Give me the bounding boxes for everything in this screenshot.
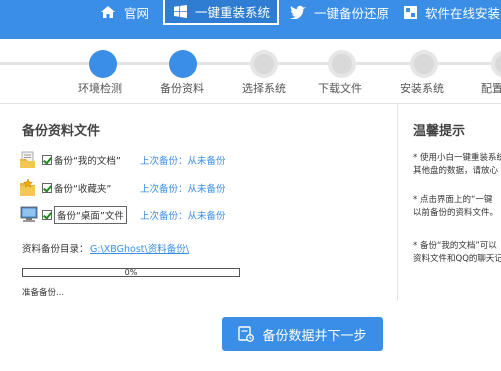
top-nav-bar: 官网 一键重装系统 一键备份还原 软件在线安装: [0, 0, 501, 39]
documents-last-backup: 上次备份：从未备份: [140, 156, 226, 167]
folder-documents-icon: [20, 151, 40, 169]
folder-favorites-icon: [20, 178, 40, 197]
desktop-label: 备份“桌面”文件: [54, 206, 127, 224]
tip-3-line-2: 资料文件和QQ的聊天记: [413, 254, 501, 264]
progress-percent: 0%: [124, 268, 138, 277]
step-dot-5: [410, 50, 438, 78]
nav-software-install[interactable]: 软件在线安装: [404, 0, 500, 24]
tip-3-line-1: * 备份“我的文档”可以: [413, 241, 497, 251]
step-label-4: 下载文件: [318, 82, 362, 95]
tip-2-line-2: 以前备份的资料文件。: [413, 208, 499, 218]
step-dot-3: [250, 50, 278, 78]
apps-icon: [404, 5, 417, 19]
step-dot-4: [328, 50, 356, 78]
tip-2-line-1: * 点击界面上的“一键: [413, 195, 493, 205]
nav-backup-restore[interactable]: 一键备份还原: [290, 0, 389, 24]
tip-3: * 备份“我的文档”可以 资料文件和QQ的聊天记: [413, 240, 501, 266]
bird-icon: [290, 5, 306, 20]
panel-divider: [397, 104, 398, 300]
backup-row-documents[interactable]: 备份“我的文档” 上次备份：从未备份: [20, 150, 226, 170]
step-label-1: 环境检测: [78, 82, 122, 95]
favorites-last-backup: 上次备份：从未备份: [140, 184, 226, 195]
desktop-checkbox[interactable]: [42, 210, 52, 220]
backup-status: 准备备份...: [22, 288, 65, 298]
backup-dir-label: 资料备份目录：: [22, 244, 89, 255]
step-label-2: 备份资料: [160, 82, 204, 95]
backup-dir-link[interactable]: G:\XBGhost\资料备份\: [90, 241, 189, 255]
desktop-last-backup: 上次备份：从未备份: [140, 211, 226, 222]
content-divider: [0, 103, 501, 104]
backup-section-title: 备份资料文件: [22, 124, 101, 139]
tip-2: * 点击界面上的“一键 以前备份的资料文件。: [413, 194, 501, 220]
step-dot-6: [491, 50, 501, 78]
favorites-label: 备份“收藏夹”: [54, 184, 112, 195]
documents-checkbox[interactable]: [42, 155, 52, 165]
backup-icon: [238, 326, 255, 342]
step-dot-1: [89, 50, 117, 78]
desktop-icon: [20, 206, 40, 224]
documents-label: 备份“我的文档”: [54, 156, 121, 167]
backup-row-desktop[interactable]: 备份“桌面”文件 上次备份：从未备份: [20, 205, 226, 225]
backup-row-favorites[interactable]: 备份“收藏夹” 上次备份：从未备份: [20, 178, 226, 198]
tip-1-line-1: * 使用小白一键重装系统: [413, 153, 501, 163]
step-dot-2: [169, 50, 197, 78]
nav-software-label: 软件在线安装: [425, 5, 501, 21]
nav-reinstall-system[interactable]: 一键重装系统: [163, 0, 280, 25]
step-label-5: 安装系统: [400, 82, 444, 95]
windows-icon: [174, 5, 187, 18]
tip-1-line-2: 其他盘的数据，请放心: [413, 166, 499, 176]
step-label-6: 配置: [481, 82, 501, 95]
tips-title: 温馨提示: [413, 124, 466, 139]
nav-backup-label: 一键备份还原: [314, 5, 390, 21]
tip-1: * 使用小白一键重装系统 其他盘的数据，请放心: [413, 152, 501, 178]
backup-progress-bar: 0%: [22, 268, 240, 277]
nav-home-label: 官网: [124, 5, 150, 21]
favorites-checkbox[interactable]: [42, 183, 52, 193]
nav-reinstall-label: 一键重装系统: [195, 5, 271, 20]
nav-home[interactable]: 官网: [100, 0, 149, 24]
backup-next-button[interactable]: 备份数据并下一步: [222, 317, 383, 351]
backup-next-label: 备份数据并下一步: [262, 328, 367, 344]
home-icon: [100, 5, 116, 19]
step-label-3: 选择系统: [242, 82, 286, 95]
